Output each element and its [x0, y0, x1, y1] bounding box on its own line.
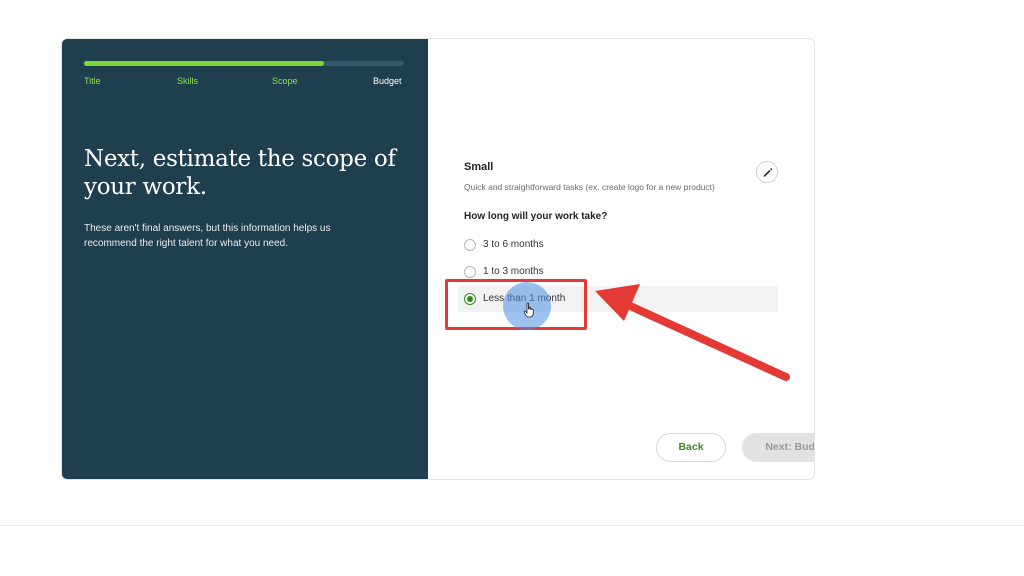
- step-labels: Title Skills Scope Budget: [84, 75, 406, 89]
- scope-size-description: Quick and straightforward tasks (ex. cre…: [464, 182, 715, 192]
- edit-scope-button[interactable]: [756, 161, 778, 183]
- footer-divider: [0, 525, 1024, 526]
- radio-button[interactable]: [464, 266, 476, 278]
- job-post-card: Title Skills Scope Budget Next, estimate…: [61, 38, 815, 480]
- scope-size-title: Small: [464, 161, 494, 173]
- step-title: Title: [84, 76, 101, 86]
- form-panel: Small Quick and straightforward tasks (e…: [428, 39, 814, 479]
- duration-option-label: 3 to 6 months: [483, 239, 544, 250]
- page-subtext: These aren't final answers, but this inf…: [84, 223, 331, 249]
- radio-button[interactable]: [464, 239, 476, 251]
- step-budget: Budget: [373, 76, 402, 86]
- step-scope: Scope: [272, 76, 298, 86]
- hand-cursor-icon: [523, 302, 534, 318]
- duration-question: How long will your work take?: [464, 211, 608, 222]
- progress-bar: [84, 61, 404, 66]
- pencil-icon: [763, 167, 772, 177]
- progress-bar-fill: [84, 61, 324, 66]
- duration-option-3-6-months[interactable]: 3 to 6 months: [458, 232, 778, 258]
- back-button[interactable]: Back: [656, 433, 726, 462]
- intro-panel: Title Skills Scope Budget Next, estimate…: [62, 39, 428, 479]
- next-budget-button[interactable]: Next: Budget: [742, 433, 814, 462]
- page-headline: Next, estimate the scope of your work.: [84, 146, 396, 200]
- step-skills: Skills: [177, 76, 199, 86]
- duration-option-label: 1 to 3 months: [483, 266, 544, 277]
